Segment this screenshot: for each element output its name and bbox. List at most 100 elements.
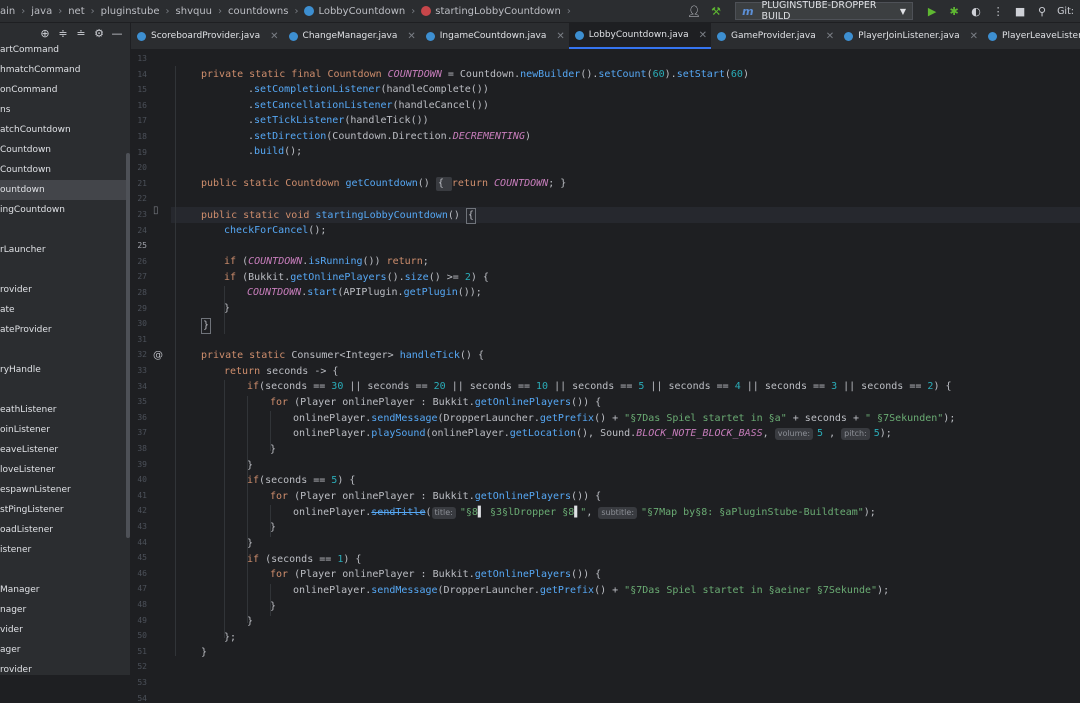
editor-tab[interactable]: PlayerJoinListener.java ✕ [838, 23, 982, 49]
project-tree-item[interactable] [0, 380, 128, 400]
editor-tabs: ScoreboardProvider.java ✕ ChangeManager.ja… [131, 23, 1080, 50]
minimize-icon[interactable]: — [110, 27, 124, 40]
chevron-right-icon: › [21, 5, 26, 17]
breadcrumb-item[interactable]: countdowns [228, 6, 288, 17]
project-tree-item[interactable]: stPingListener [0, 500, 128, 520]
code-line: if (Bukkit.getOnlinePlayers().size() >= … [224, 272, 489, 283]
param-hint-pitch: pitch: [841, 428, 870, 440]
search-icon[interactable]: ⚲ [1035, 5, 1049, 18]
close-icon[interactable]: ✕ [699, 30, 707, 41]
breadcrumb-item[interactable]: net [68, 6, 84, 17]
project-tree-item[interactable]: artCommand [0, 40, 128, 60]
breadcrumb-item[interactable]: pluginstube [101, 6, 160, 17]
close-icon[interactable]: ✕ [970, 31, 978, 42]
code-line: onlinePlayer.playSound(onlinePlayer.getL… [293, 428, 892, 440]
project-tree-item[interactable]: loveListener [0, 460, 128, 480]
editor-tab[interactable]: ChangeManager.java ✕ [283, 23, 420, 49]
line-number: 15 [137, 85, 147, 95]
build-hammer-icon[interactable]: ⚒ [709, 5, 723, 18]
project-tree-item[interactable]: atchCountdown [0, 120, 128, 140]
code-line: for (Player onlinePlayer : Bukkit.getOnl… [270, 569, 602, 580]
line-number: 22 [137, 194, 147, 204]
java-class-icon [425, 31, 435, 41]
project-tree-item[interactable]: eathListener [0, 400, 128, 420]
code-editor[interactable]: ▯ @ 13 14 15 16 17 18 19 20 21 22 23 24 25 26 27 28 29 30… [131, 50, 1080, 703]
project-tree-item[interactable] [0, 260, 128, 280]
expand-all-icon[interactable]: ≑ [56, 27, 70, 40]
project-tree-item[interactable]: rovider [0, 280, 128, 300]
bookmark-icon: ▯ [153, 205, 159, 216]
project-tree-item[interactable]: Countdown [0, 160, 128, 180]
close-icon[interactable]: ✕ [270, 31, 278, 42]
stop-icon[interactable]: ■ [1013, 5, 1027, 18]
project-tree-item[interactable]: rLauncher [0, 240, 128, 260]
breadcrumb-item[interactable]: shvquu [176, 6, 213, 17]
project-tree-item[interactable]: ate [0, 300, 128, 320]
code-line: .build(); [248, 146, 303, 157]
project-tree-item[interactable]: eaveListener [0, 440, 128, 460]
override-at-icon[interactable]: @ [153, 350, 163, 361]
debug-icon[interactable]: ✱ [947, 5, 961, 18]
project-tree-item[interactable]: oadListener [0, 520, 128, 540]
crosshair-icon[interactable]: ⊕ [38, 27, 52, 40]
close-icon[interactable]: ✕ [407, 31, 415, 42]
project-tree-item[interactable]: ateProvider [0, 320, 128, 340]
chevron-right-icon: › [218, 5, 223, 17]
project-tree-item[interactable]: vider [0, 620, 128, 640]
project-scrollbar[interactable] [126, 153, 130, 538]
line-number: 40 [137, 475, 147, 485]
project-tree-item[interactable]: oinListener [0, 420, 128, 440]
project-tree-item[interactable]: ountdown [0, 180, 128, 200]
project-tree-item[interactable]: ns [0, 100, 128, 120]
line-number: 47 [137, 584, 147, 594]
user-icon[interactable]: 👤︎ [687, 5, 701, 18]
line-number: 13 [137, 54, 147, 63]
line-number: 31 [137, 334, 147, 344]
toolbar-right: 👤︎ ⚒ m PLUGINSTUBE-DROPPER BUILD ▼ ▶ ✱ ◐… [683, 0, 1080, 22]
tab-label: PlayerJoinListener.java [858, 31, 960, 41]
line-number: 39 [137, 459, 147, 469]
editor-tab[interactable]: GameProvider.java ✕ [711, 23, 838, 49]
project-tree-item[interactable] [0, 220, 128, 240]
project-tree-item[interactable]: rovider [0, 660, 128, 675]
editor-tab[interactable]: LobbyCountdown.java ✕ [568, 23, 711, 49]
line-number: 45 [137, 553, 147, 563]
line-number: 35 [137, 397, 147, 407]
code-line: private static final Countdown COUNTDOWN… [201, 69, 749, 80]
project-tree-item[interactable]: nager [0, 600, 128, 620]
breadcrumb-item-method[interactable]: startingLobbyCountdown [421, 6, 561, 17]
run-configuration-label: PLUGINSTUBE-DROPPER BUILD [761, 0, 877, 22]
breadcrumb-item[interactable]: java [31, 6, 52, 17]
more-run-icon[interactable]: ⋮ [991, 5, 1005, 18]
run-configuration-select[interactable]: m PLUGINSTUBE-DROPPER BUILD ▼ [735, 0, 914, 22]
run-icon[interactable]: ▶ [925, 5, 939, 18]
coverage-icon[interactable]: ◐ [969, 5, 983, 18]
code-line: }; [224, 632, 237, 643]
project-tree-item[interactable]: istener [0, 540, 128, 560]
project-tree-item[interactable] [0, 560, 128, 580]
project-tree-item[interactable]: ingCountdown [0, 200, 128, 220]
project-tree-item[interactable]: onCommand [0, 80, 128, 100]
project-tree-item[interactable]: ager [0, 640, 128, 660]
collapse-all-icon[interactable]: ≐ [74, 27, 88, 40]
editor-tab[interactable]: IngameCountdown.java ✕ [420, 23, 569, 49]
breadcrumb-item-class[interactable]: LobbyCountdown [304, 6, 405, 17]
breadcrumb-item[interactable]: ain [0, 6, 15, 17]
project-tree-item[interactable]: hmatchCommand [0, 60, 128, 80]
project-tree-item[interactable] [0, 340, 128, 360]
line-number: 27 [137, 272, 147, 282]
tab-label: ScoreboardProvider.java [151, 31, 261, 41]
project-tree-item[interactable]: espawnListener [0, 480, 128, 500]
line-number: 21 [137, 178, 147, 188]
editor-tab[interactable]: ScoreboardProvider.java ✕ [131, 23, 283, 49]
close-icon[interactable]: ✕ [826, 31, 834, 42]
project-tree-item[interactable]: ryHandle [0, 360, 128, 380]
line-number: 48 [137, 600, 147, 609]
java-class-icon [288, 31, 298, 41]
code-line: for (Player onlinePlayer : Bukkit.getOnl… [270, 491, 602, 502]
gear-icon[interactable]: ⚙ [92, 27, 106, 40]
project-tree-item[interactable]: Manager [0, 580, 128, 600]
project-tree-item[interactable]: Countdown [0, 140, 128, 160]
editor-tab[interactable]: PlayerLeaveListener.java✕ [982, 23, 1080, 49]
close-icon[interactable]: ✕ [556, 31, 564, 42]
